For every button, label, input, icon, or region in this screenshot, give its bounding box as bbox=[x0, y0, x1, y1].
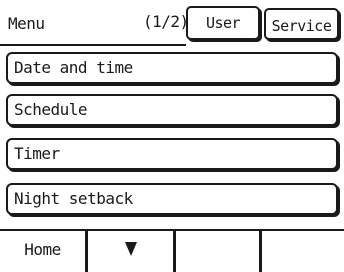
menu-item-night-setback[interactable]: Night setback bbox=[6, 183, 338, 215]
footer-bar: Home bbox=[0, 229, 344, 272]
home-button[interactable]: Home bbox=[0, 231, 88, 272]
footer-button-4[interactable] bbox=[262, 231, 344, 272]
menu-screen: Menu (1/2) User Service Date and time Sc… bbox=[0, 0, 344, 272]
page-indicator: (1/2) bbox=[143, 12, 189, 31]
menu-item-schedule[interactable]: Schedule bbox=[6, 94, 338, 126]
scroll-down-button[interactable] bbox=[88, 231, 176, 272]
menu-item-timer[interactable]: Timer bbox=[6, 138, 338, 170]
menu-title: Menu bbox=[8, 14, 45, 33]
menu-item-date-and-time[interactable]: Date and time bbox=[6, 52, 338, 84]
down-arrow-icon bbox=[124, 241, 137, 256]
header: Menu (1/2) User Service bbox=[0, 0, 344, 46]
tab-service[interactable]: Service bbox=[264, 8, 339, 40]
footer-button-3[interactable] bbox=[176, 231, 262, 272]
tab-user[interactable]: User bbox=[186, 6, 260, 40]
header-divider bbox=[0, 44, 186, 46]
